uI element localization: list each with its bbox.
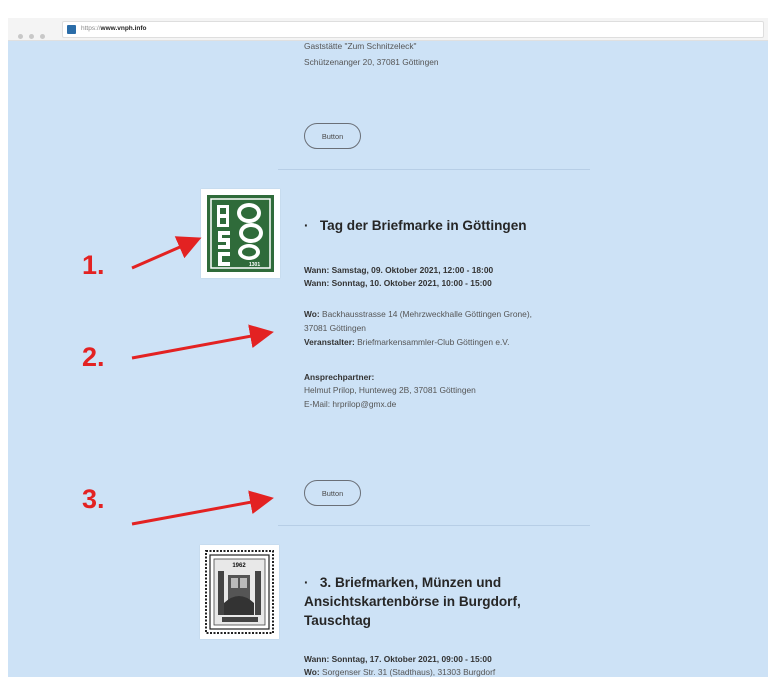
- annotation-1-arrow: [131, 236, 202, 270]
- annotation-3-arrow: [131, 490, 274, 526]
- annotation-arrows: [131, 236, 274, 526]
- annotation-2-arrow: [131, 324, 274, 360]
